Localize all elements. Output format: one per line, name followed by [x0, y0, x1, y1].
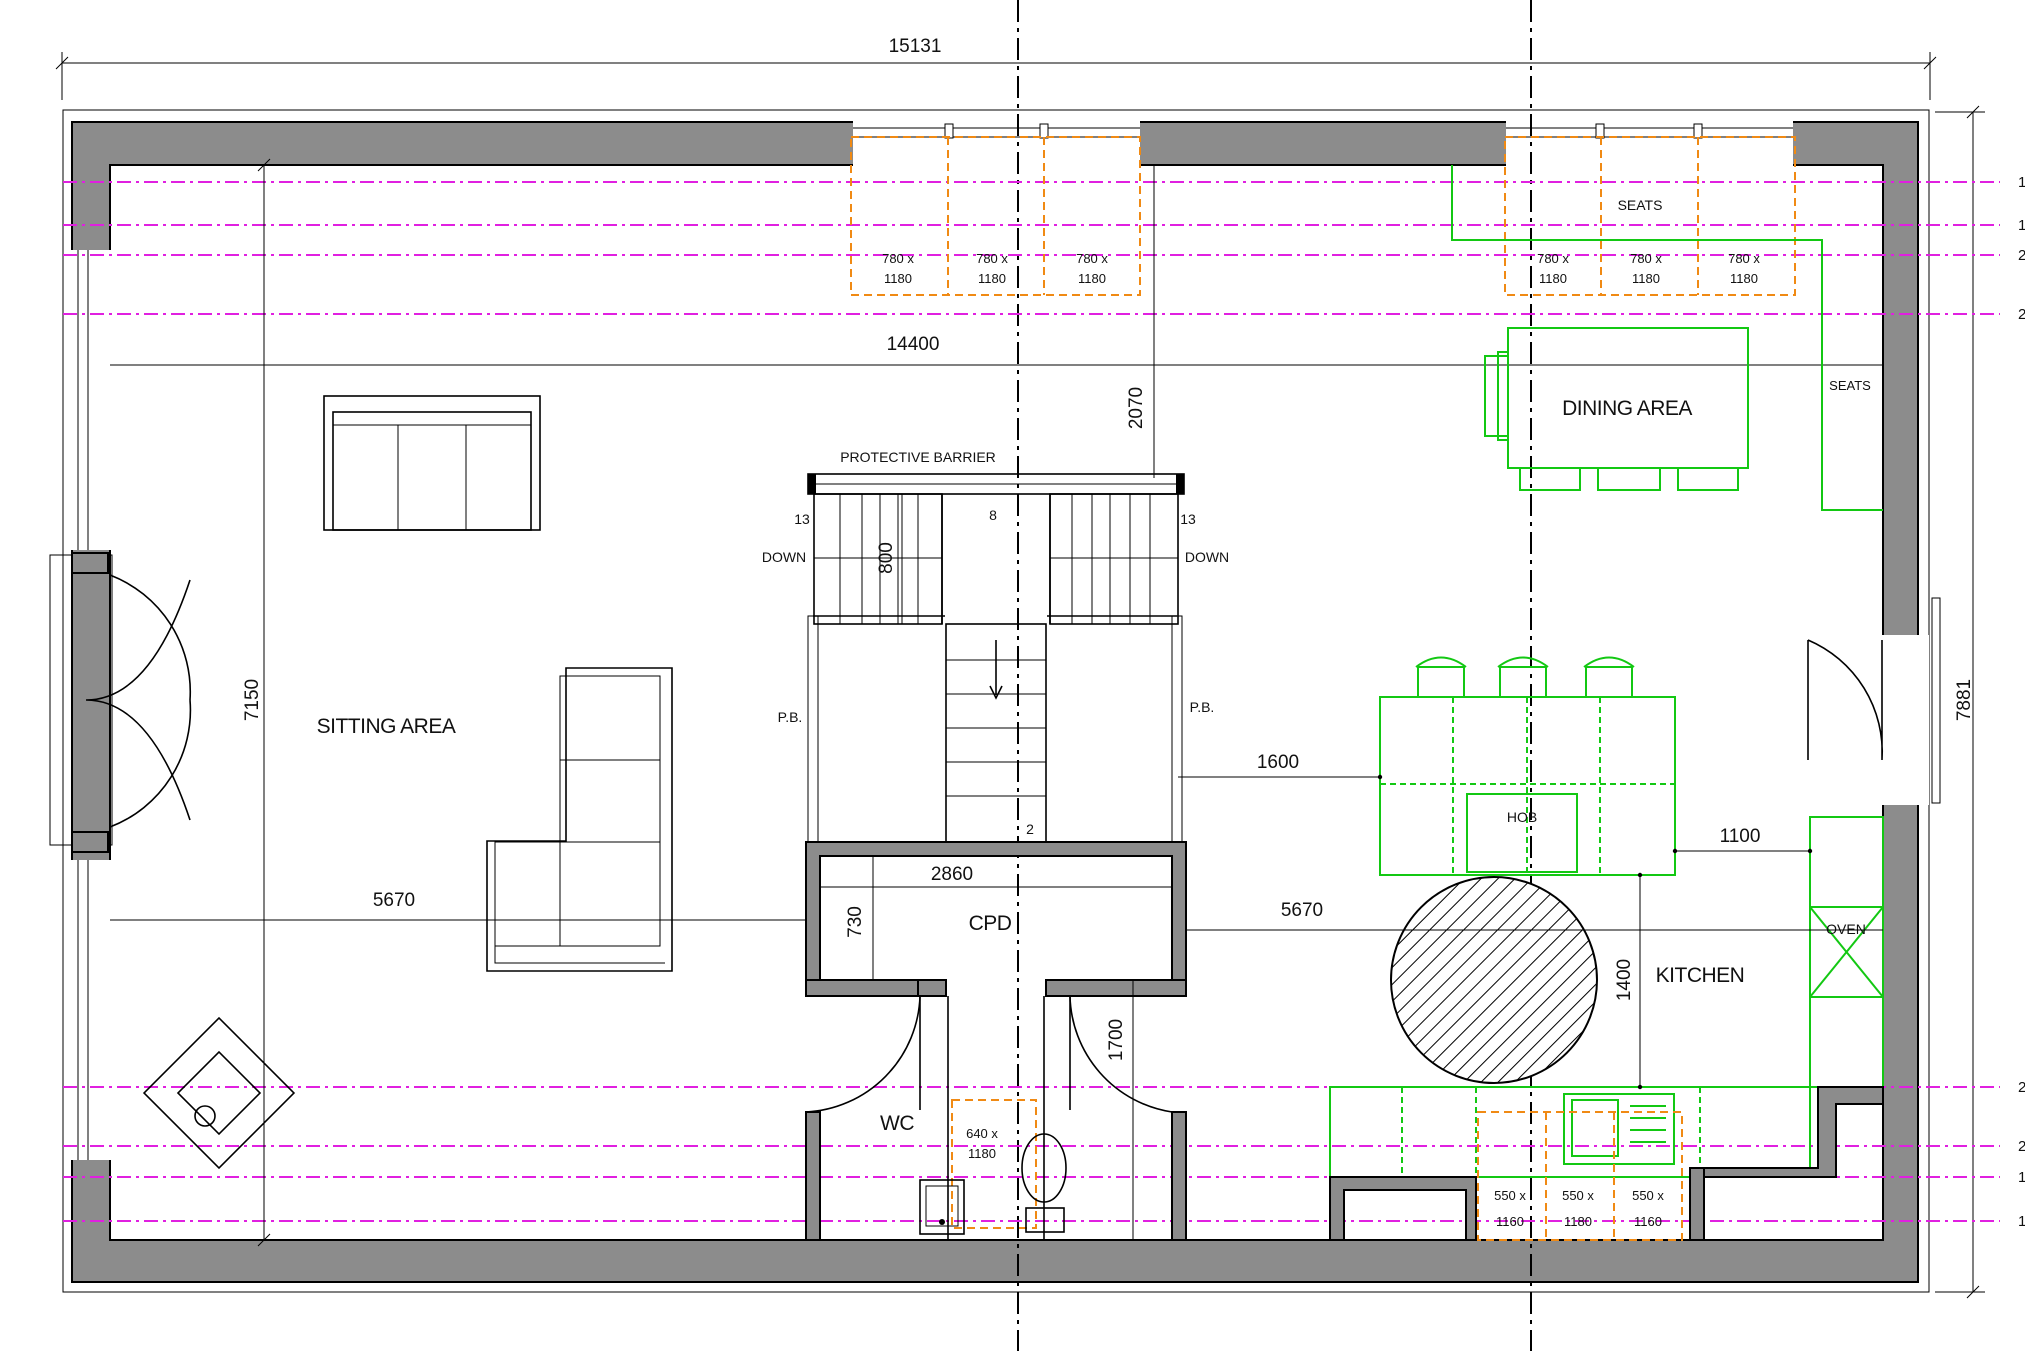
oven-unit: OVEN [1809, 816, 1884, 1088]
sitting-to-cupboard-dimension: 5670 [110, 890, 814, 921]
stair-left-count: 13 [794, 511, 810, 527]
hob-to-wall-dimension: 1100 [1672, 826, 1813, 854]
svg-text:5670: 5670 [1281, 900, 1323, 921]
seats-top-label: SEATS [1618, 197, 1663, 213]
svg-text:1: 1 [2018, 217, 2025, 234]
pb-right-label: P.B. [1190, 699, 1215, 715]
svg-text:1180: 1180 [978, 271, 1006, 286]
svg-text:1160: 1160 [1634, 1214, 1662, 1229]
stair-bottom-step: 2 [1026, 821, 1034, 837]
protective-barrier-label: PROTECTIVE BARRIER [840, 449, 996, 465]
magenta-gridlines [63, 181, 2000, 1222]
internal-depth-dimension: 7150 [242, 158, 271, 1247]
window-left-upper [68, 250, 113, 550]
stair-left-dir: DOWN [762, 549, 806, 565]
svg-text:780 x: 780 x [1728, 251, 1760, 266]
svg-text:1180: 1180 [968, 1146, 996, 1161]
svg-text:1400: 1400 [1614, 959, 1635, 1001]
svg-text:1180: 1180 [1078, 271, 1106, 286]
hob-label: HOB [1507, 809, 1537, 825]
overall-width-dimension: 15131 [55, 36, 1937, 100]
svg-text:780 x: 780 x [1076, 251, 1108, 266]
svg-text:2: 2 [2018, 306, 2025, 323]
kitchen-worktop: 550 x 1160 550 x 1180 550 x 1160 [1329, 1086, 1811, 1241]
gridline-tick-labels: 1 1 2 2 2 2 1 1 [2018, 174, 2025, 1230]
building-outline [62, 109, 1930, 1293]
stair-right-count: 13 [1180, 511, 1196, 527]
svg-text:550 x: 550 x [1494, 1188, 1526, 1203]
floor-plan-drawing: 15131 7881 1 1 2 2 2 2 1 1 14400 7150 20… [49, 0, 2025, 1351]
wc-door-dimension: 1700 [1106, 980, 1134, 1240]
svg-text:5670: 5670 [373, 890, 415, 911]
svg-text:2860: 2860 [931, 864, 973, 885]
svg-text:550 x: 550 x [1562, 1188, 1594, 1203]
worktop-clearance-dimension: 1400 [1614, 872, 1643, 1090]
dining-furniture: SEATS SEATS DINING AREA [1451, 165, 1883, 511]
overall-depth-label: 7881 [1954, 679, 1975, 721]
svg-text:1: 1 [2018, 1213, 2025, 1230]
svg-text:780 x: 780 x [976, 251, 1008, 266]
sitting-area-label: SITTING AREA [317, 715, 456, 738]
kitchen-label: KITCHEN [1656, 964, 1745, 987]
overall-width-label: 15131 [889, 36, 942, 57]
window-left-lower [68, 860, 113, 1160]
sofa-top [323, 395, 541, 531]
wc-label: WC [880, 1112, 914, 1135]
window-top-right [1506, 118, 1793, 168]
corner-sofa [486, 667, 673, 972]
cupboard-walls [805, 841, 1187, 1241]
svg-text:550 x: 550 x [1632, 1188, 1664, 1203]
internal-width-dimension: 14400 [110, 334, 1883, 366]
seats-side-label: SEATS [1829, 378, 1871, 393]
stair-to-hob-dimension: 1600 [1178, 752, 1383, 780]
svg-text:1600: 1600 [1257, 752, 1299, 773]
cupboard-label: CPD [969, 912, 1012, 935]
overall-depth-dimension: 7881 [1935, 105, 1985, 1299]
kitchen-island: HOB [1379, 656, 1676, 876]
svg-text:2: 2 [2018, 1079, 2025, 1096]
svg-text:640 x: 640 x [966, 1126, 998, 1141]
cupboard-depth-dimension: 730 [845, 856, 874, 980]
pb-left-label: P.B. [778, 709, 803, 725]
oven-label: OVEN [1826, 921, 1866, 937]
svg-text:780 x: 780 x [1630, 251, 1662, 266]
svg-text:780 x: 780 x [882, 251, 914, 266]
svg-text:730: 730 [845, 906, 866, 938]
svg-text:1: 1 [2018, 1169, 2025, 1186]
svg-text:2: 2 [2018, 1138, 2025, 1155]
kitchen-side-door [1807, 597, 1941, 805]
svg-text:2: 2 [2018, 247, 2025, 264]
svg-text:780 x: 780 x [1537, 251, 1569, 266]
svg-text:1700: 1700 [1106, 1019, 1127, 1061]
svg-text:7150: 7150 [242, 679, 263, 721]
svg-text:14400: 14400 [887, 334, 940, 355]
svg-text:1180: 1180 [1539, 271, 1567, 286]
stair-right-dir: DOWN [1185, 549, 1229, 565]
svg-text:1180: 1180 [884, 271, 912, 286]
dining-area-label: DINING AREA [1562, 397, 1692, 420]
svg-text:800: 800 [876, 542, 897, 574]
window-to-stair-dimension: 2070 [1126, 165, 1155, 478]
hatched-table [1390, 876, 1598, 1084]
svg-text:1100: 1100 [1720, 826, 1761, 847]
window-top-left [853, 118, 1140, 168]
svg-text:1160: 1160 [1496, 1214, 1524, 1229]
svg-text:2070: 2070 [1126, 387, 1147, 429]
stair-center-count: 8 [989, 507, 997, 523]
svg-text:1180: 1180 [1730, 271, 1758, 286]
svg-text:1180: 1180 [1564, 1214, 1592, 1229]
svg-text:1180: 1180 [1632, 271, 1660, 286]
svg-text:1: 1 [2018, 174, 2025, 191]
